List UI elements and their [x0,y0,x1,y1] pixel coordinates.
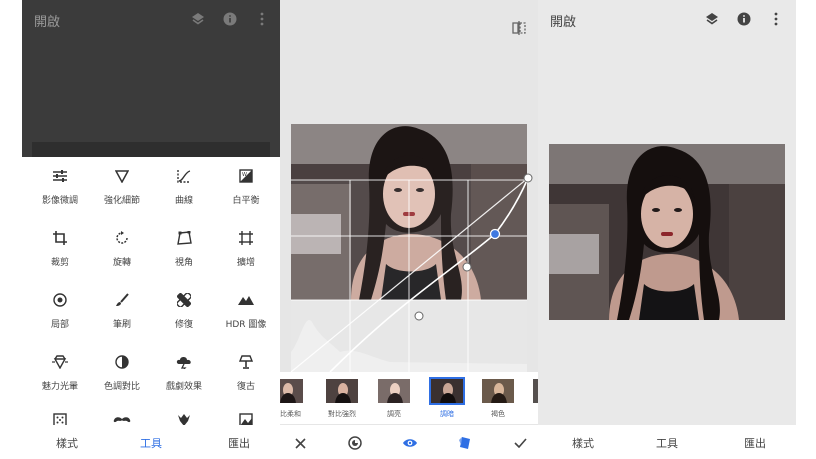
portrait-illustration [549,144,785,320]
tool-rotate[interactable]: 旋轉 [90,219,154,279]
tool-label: 曲線 [174,196,193,206]
tool-drama[interactable]: 戲劇效果 [152,343,216,403]
tools-screen: 開啟 影像微調 強化細節 曲線 W 白平衡 裁剪 旋轉 視角 擴增 局部 筆刷 … [22,0,280,459]
nav-export[interactable]: 匯出 [228,435,250,451]
bottom-nav: 樣式 工具 匯出 [22,425,280,459]
nav-styles[interactable]: 樣式 [572,435,594,451]
preset-label: 調亮 [387,410,401,418]
bottom-nav: 樣式 工具 匯出 [538,425,796,459]
top-bar: 開啟 [22,0,280,40]
tool-label: 影像微調 [41,196,78,206]
tools-grid: 影像微調 強化細節 曲線 W 白平衡 裁剪 旋轉 視角 擴增 局部 筆刷 修復 … [22,157,280,427]
crop-icon [28,223,92,253]
preset-label: 對比柔和 [280,410,301,418]
tool-tonal-contrast[interactable]: 色調對比 [90,343,154,403]
nav-tools[interactable]: 工具 [140,435,162,451]
brush-icon [90,285,154,315]
expand-icon [214,223,278,253]
eye-icon[interactable] [401,434,419,452]
preset-thumb[interactable] [481,378,515,404]
preset-label: 調暗 [440,410,454,418]
nav-styles[interactable]: 樣式 [56,435,78,451]
tool-brush[interactable]: 筆刷 [90,281,154,341]
drama-cloud-icon [152,347,216,377]
preset-thumb[interactable] [280,378,304,404]
layers-icon[interactable] [189,10,207,28]
details-triangle-icon [90,161,154,191]
screenshot-stage: 開啟 影像微調 強化細節 曲線 W 白平衡 裁剪 旋轉 視角 擴增 局部 筆刷 … [0,0,816,459]
glamour-glow-icon [28,347,92,377]
hdr-mountain-icon [214,285,278,315]
rotate-icon [90,223,154,253]
nav-tools[interactable]: 工具 [656,435,678,451]
tool-label: 魅力光暈 [41,382,78,392]
tool-label: 強化細節 [103,196,140,206]
preset-thumb-selected[interactable] [429,377,465,405]
edit-actions [280,425,538,459]
tool-crop[interactable]: 裁剪 [28,219,92,279]
info-icon[interactable] [735,10,753,28]
tool-label: 擴增 [236,258,255,268]
preset-strip: 對比柔和 對比強烈 調亮 調暗 褐色 [280,372,538,424]
tool-label: 筆刷 [112,320,131,330]
vintage-lamp-icon [214,347,278,377]
layers-icon[interactable] [703,10,721,28]
preset-thumb[interactable] [377,378,411,404]
tool-expand[interactable]: 擴增 [214,219,278,279]
tool-label: 視角 [174,258,193,268]
curves-overlay[interactable] [280,112,538,372]
info-icon[interactable] [221,10,239,28]
tool-label: HDR 圖像 [225,320,267,330]
result-photo [549,144,785,320]
tool-healing[interactable]: 修復 [152,281,216,341]
tool-details[interactable]: 強化細節 [90,157,154,217]
selective-icon [28,285,92,315]
tool-label: 修復 [174,320,193,330]
tool-label: 局部 [50,320,69,330]
tool-perspective[interactable]: 視角 [152,219,216,279]
styles-icon[interactable] [456,434,474,452]
tool-label: 白平衡 [232,196,260,206]
tool-label: 裁剪 [50,258,69,268]
open-button[interactable]: 開啟 [34,11,60,30]
tool-label: 旋轉 [112,258,131,268]
preset-label: 對比強烈 [328,410,356,418]
result-screen: 開啟 樣式 工具 匯出 [538,0,796,459]
photo-peek [32,142,270,157]
channel-icon[interactable] [346,434,364,452]
open-button[interactable]: 開啟 [550,11,576,30]
curves-screen: 對比柔和 對比強烈 調亮 調暗 褐色 [280,0,538,459]
tool-hdr[interactable]: HDR 圖像 [214,281,278,341]
svg-text:W: W [242,172,247,178]
nav-export[interactable]: 匯出 [744,435,766,451]
healing-icon [152,285,216,315]
close-icon[interactable] [291,434,309,452]
tool-label: 戲劇效果 [165,382,202,392]
tool-label: 色調對比 [103,382,140,392]
tool-tune[interactable]: 影像微調 [28,157,92,217]
tool-selective[interactable]: 局部 [28,281,92,341]
white-balance-icon: W [214,161,278,191]
tool-label: 復古 [236,382,255,392]
tool-curves[interactable]: 曲線 [152,157,216,217]
tonal-contrast-icon [90,347,154,377]
preset-thumb[interactable] [325,378,359,404]
tool-vintage[interactable]: 復古 [214,343,278,403]
curves-icon [152,161,216,191]
tune-icon [28,161,92,191]
tool-glamour-glow[interactable]: 魅力光暈 [28,343,92,403]
compare-icon[interactable] [512,20,526,39]
more-vert-icon[interactable] [767,10,785,28]
tool-white-balance[interactable]: W 白平衡 [214,157,278,217]
perspective-icon [152,223,216,253]
preset-label: 褐色 [491,410,505,418]
check-icon[interactable] [511,434,529,452]
top-bar: 開啟 [538,0,796,40]
more-vert-icon[interactable] [253,10,271,28]
